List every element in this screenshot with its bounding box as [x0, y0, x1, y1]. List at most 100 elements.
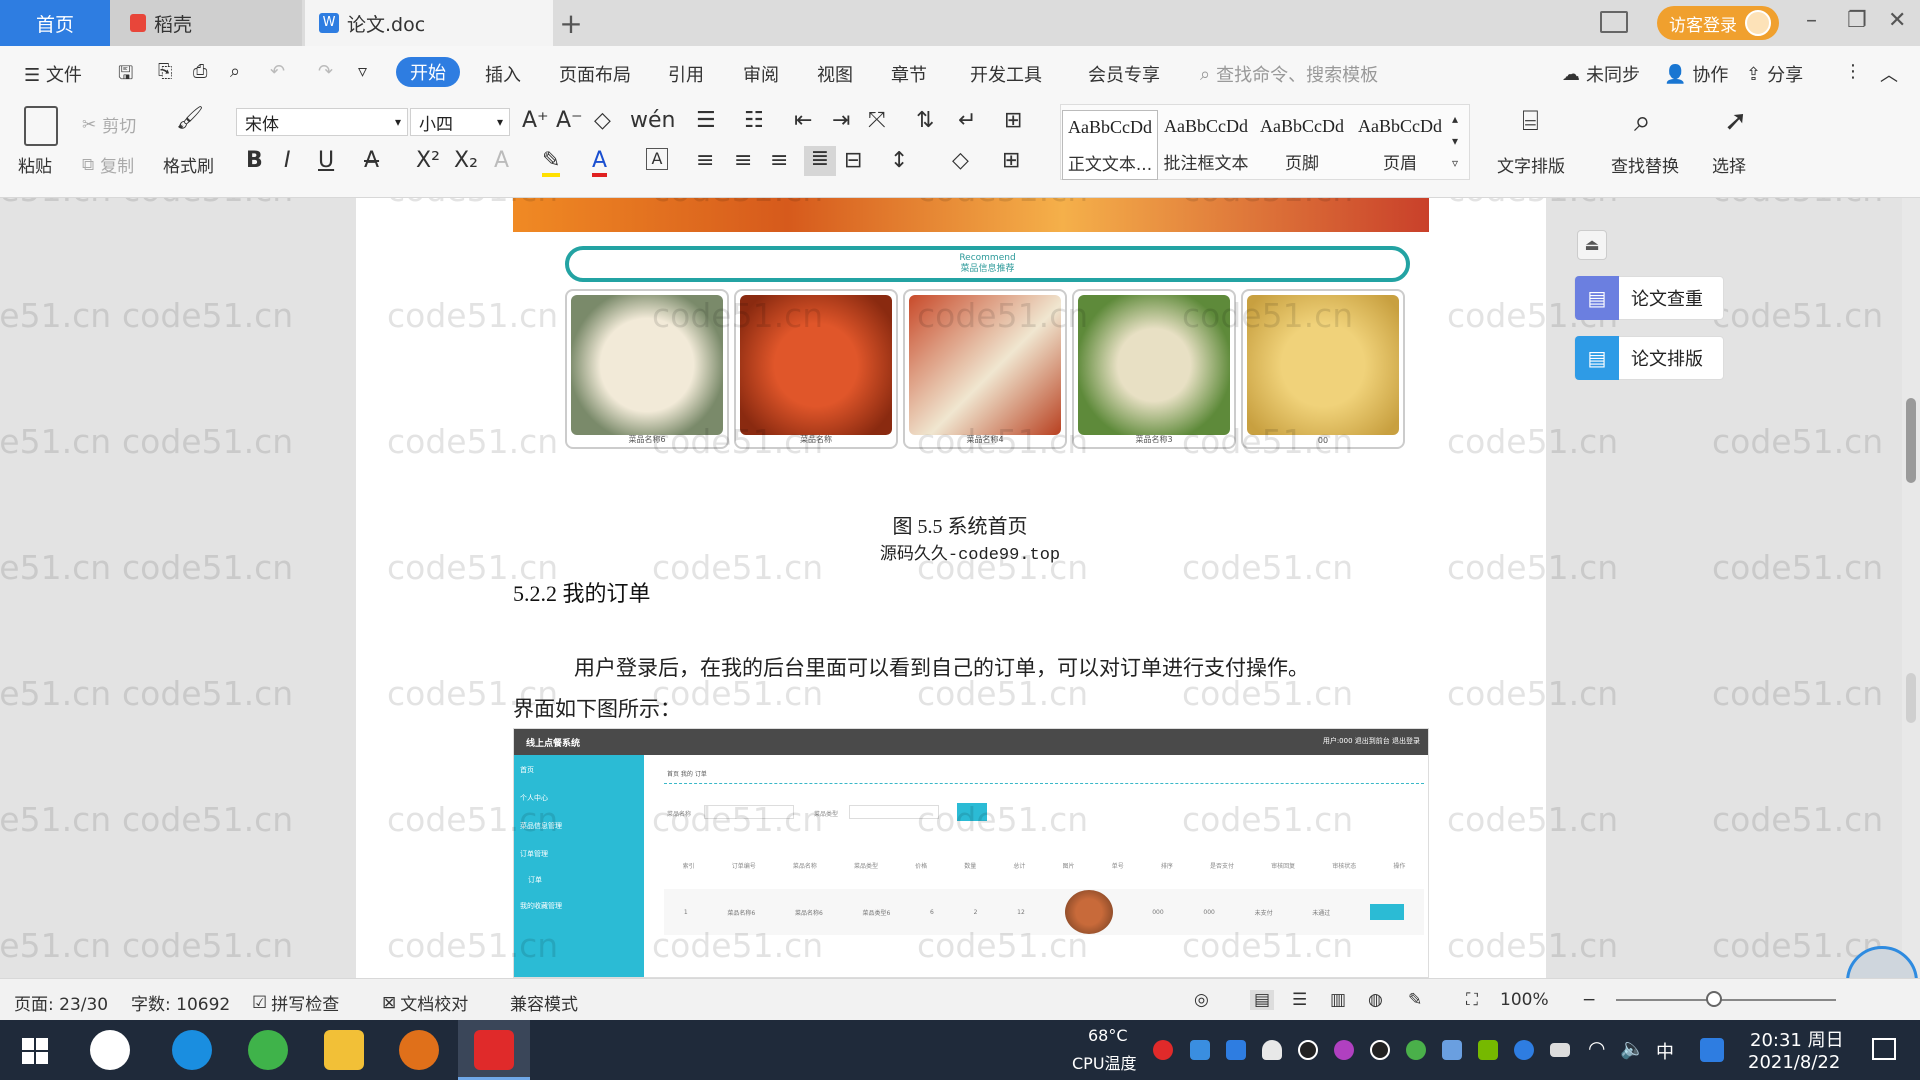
tab-document[interactable]: W 论文.doc: [305, 0, 553, 46]
scrollbar-thumb-secondary[interactable]: [1906, 673, 1916, 723]
paper-layout-button[interactable]: ▤ 论文排版: [1574, 336, 1724, 380]
fit-window-icon[interactable]: ⛶: [1466, 990, 1478, 1010]
zoom-out-icon[interactable]: −: [1582, 990, 1596, 1010]
menu-devtools[interactable]: 开发工具: [970, 61, 1042, 87]
wifi-icon[interactable]: ◠: [1588, 1036, 1605, 1060]
visitor-login-button[interactable]: 访客登录: [1657, 6, 1779, 40]
window-layout-icon[interactable]: [1600, 11, 1628, 33]
share-button[interactable]: ⇪ 分享: [1746, 61, 1803, 87]
battery-icon[interactable]: [1550, 1043, 1570, 1057]
menu-insert[interactable]: 插入: [485, 61, 521, 87]
qq-icon[interactable]: [1298, 1040, 1318, 1060]
clock-date[interactable]: 2021/8/22: [1748, 1052, 1840, 1073]
clear-format-icon[interactable]: ◇: [594, 108, 611, 133]
sort-icon[interactable]: ⇅: [916, 108, 934, 133]
underline-icon[interactable]: U: [318, 148, 334, 173]
select-button[interactable]: 选择: [1712, 152, 1746, 177]
menu-reference[interactable]: 引用: [668, 61, 704, 87]
line-break-icon[interactable]: ↵: [958, 108, 976, 133]
show-marks-icon[interactable]: ⊞: [1004, 108, 1022, 133]
font-color-icon[interactable]: A: [592, 148, 608, 177]
magnifier-icon[interactable]: ⌕: [1634, 104, 1651, 139]
font-name-select[interactable]: 宋体 ▾: [236, 108, 408, 136]
ie-browser-icon[interactable]: [172, 1030, 212, 1070]
decrease-indent-icon[interactable]: ⇤: [794, 108, 812, 133]
scrollbar-thumb[interactable]: [1906, 398, 1916, 483]
qq-icon[interactable]: [1370, 1040, 1390, 1060]
distribute-icon[interactable]: ⊟: [844, 148, 862, 173]
style-footer[interactable]: AaBbCcDd 页脚: [1254, 110, 1350, 180]
menu-start[interactable]: 开始: [396, 57, 460, 87]
menu-file[interactable]: ☰ 文件: [24, 61, 82, 87]
close-button[interactable]: ✕: [1888, 8, 1906, 33]
style-comment[interactable]: AaBbCcDd 批注框文本: [1158, 110, 1254, 180]
menu-view[interactable]: 视图: [817, 61, 853, 87]
tray-icon[interactable]: [1406, 1040, 1426, 1060]
tab-home[interactable]: 首页: [0, 0, 110, 46]
vertical-scrollbar[interactable]: [1902, 198, 1920, 978]
font-size-select[interactable]: 小四 ▾: [410, 108, 510, 136]
sync-button[interactable]: ☁ 未同步: [1562, 61, 1640, 87]
menu-member[interactable]: 会员专享: [1088, 61, 1160, 87]
command-search[interactable]: ⌕ 查找命令、搜索模板: [1200, 61, 1378, 87]
align-left-icon[interactable]: ≡: [696, 148, 714, 173]
grow-font-icon[interactable]: A⁺: [522, 108, 549, 133]
text-layout-button[interactable]: 文字排版: [1497, 152, 1565, 177]
minimize-button[interactable]: –: [1806, 8, 1817, 33]
spell-check-toggle[interactable]: ☑ 拼写检查: [252, 990, 339, 1016]
chevron-down-icon[interactable]: ▿: [358, 61, 367, 82]
numbered-list-icon[interactable]: ☷: [744, 108, 764, 133]
justify-icon[interactable]: ≣: [804, 146, 836, 176]
cursor-icon[interactable]: ➚: [1724, 104, 1747, 137]
paper-check-button[interactable]: ▤ 论文查重: [1574, 276, 1724, 320]
text-effect-icon[interactable]: A: [494, 148, 509, 173]
panel-collapse-button[interactable]: ⏏: [1577, 230, 1607, 260]
text-layout-icon[interactable]: ⌸: [1522, 104, 1539, 138]
align-center-icon[interactable]: ≡: [734, 148, 752, 173]
bold-icon[interactable]: B: [246, 148, 263, 173]
superscript-icon[interactable]: X²: [416, 148, 440, 173]
phonetic-icon[interactable]: wén: [630, 108, 675, 133]
save-icon[interactable]: 🖫: [118, 61, 133, 91]
brush-icon[interactable]: 🖌: [176, 106, 204, 131]
subscript-icon[interactable]: X₂: [454, 148, 478, 173]
notification-icon[interactable]: [1872, 1038, 1896, 1060]
collab-button[interactable]: 👤 协作: [1664, 61, 1728, 87]
shrink-font-icon[interactable]: A⁻: [556, 108, 583, 133]
qq-icon[interactable]: [1334, 1040, 1354, 1060]
windows-start-icon[interactable]: [22, 1038, 48, 1064]
clipboard-icon[interactable]: [24, 106, 58, 146]
collapse-ribbon-icon[interactable]: ︿: [1880, 61, 1898, 87]
file-explorer-icon[interactable]: [324, 1030, 364, 1070]
tab-daoke[interactable]: 稻壳: [110, 0, 302, 46]
text-direction-icon[interactable]: ⤧: [868, 108, 886, 133]
find-replace-button[interactable]: 查找替换: [1611, 152, 1679, 177]
eye-protect-icon[interactable]: ◎: [1194, 990, 1209, 1010]
nvidia-icon[interactable]: [1478, 1040, 1498, 1060]
format-painter-button[interactable]: 格式刷: [163, 152, 214, 177]
shield-icon[interactable]: [1226, 1040, 1246, 1060]
search-icon[interactable]: [1700, 1038, 1724, 1062]
more-icon[interactable]: ⋮: [1844, 61, 1862, 82]
menu-chapter[interactable]: 章节: [891, 61, 927, 87]
bluetooth-icon[interactable]: [1514, 1040, 1534, 1060]
edit-pen-icon[interactable]: ✎: [1408, 990, 1422, 1010]
increase-indent-icon[interactable]: ⇥: [832, 108, 850, 133]
preview-icon[interactable]: ⌕: [230, 61, 240, 82]
tray-icon[interactable]: [1153, 1040, 1173, 1060]
bell-icon[interactable]: [1262, 1040, 1282, 1060]
zoom-slider[interactable]: [1616, 999, 1836, 1001]
volume-icon[interactable]: 🔈: [1620, 1036, 1645, 1060]
copy-button[interactable]: ⧉ 复制: [82, 152, 134, 178]
page-view-icon[interactable]: ▤: [1250, 990, 1275, 1010]
shading-icon[interactable]: ◇: [952, 148, 969, 173]
undo-icon[interactable]: ↶: [270, 61, 285, 82]
char-border-icon[interactable]: A: [646, 148, 668, 170]
output-icon[interactable]: ⎘: [158, 61, 172, 82]
borders-icon[interactable]: ⊞: [1002, 148, 1020, 173]
bullet-list-icon[interactable]: ☰: [696, 108, 716, 133]
tray-icon[interactable]: [1442, 1040, 1462, 1060]
tray-icon[interactable]: [1190, 1040, 1210, 1060]
ime-indicator[interactable]: 中: [1656, 1038, 1674, 1064]
style-scroll-icon[interactable]: ▴ ▾ ▿: [1452, 108, 1458, 174]
